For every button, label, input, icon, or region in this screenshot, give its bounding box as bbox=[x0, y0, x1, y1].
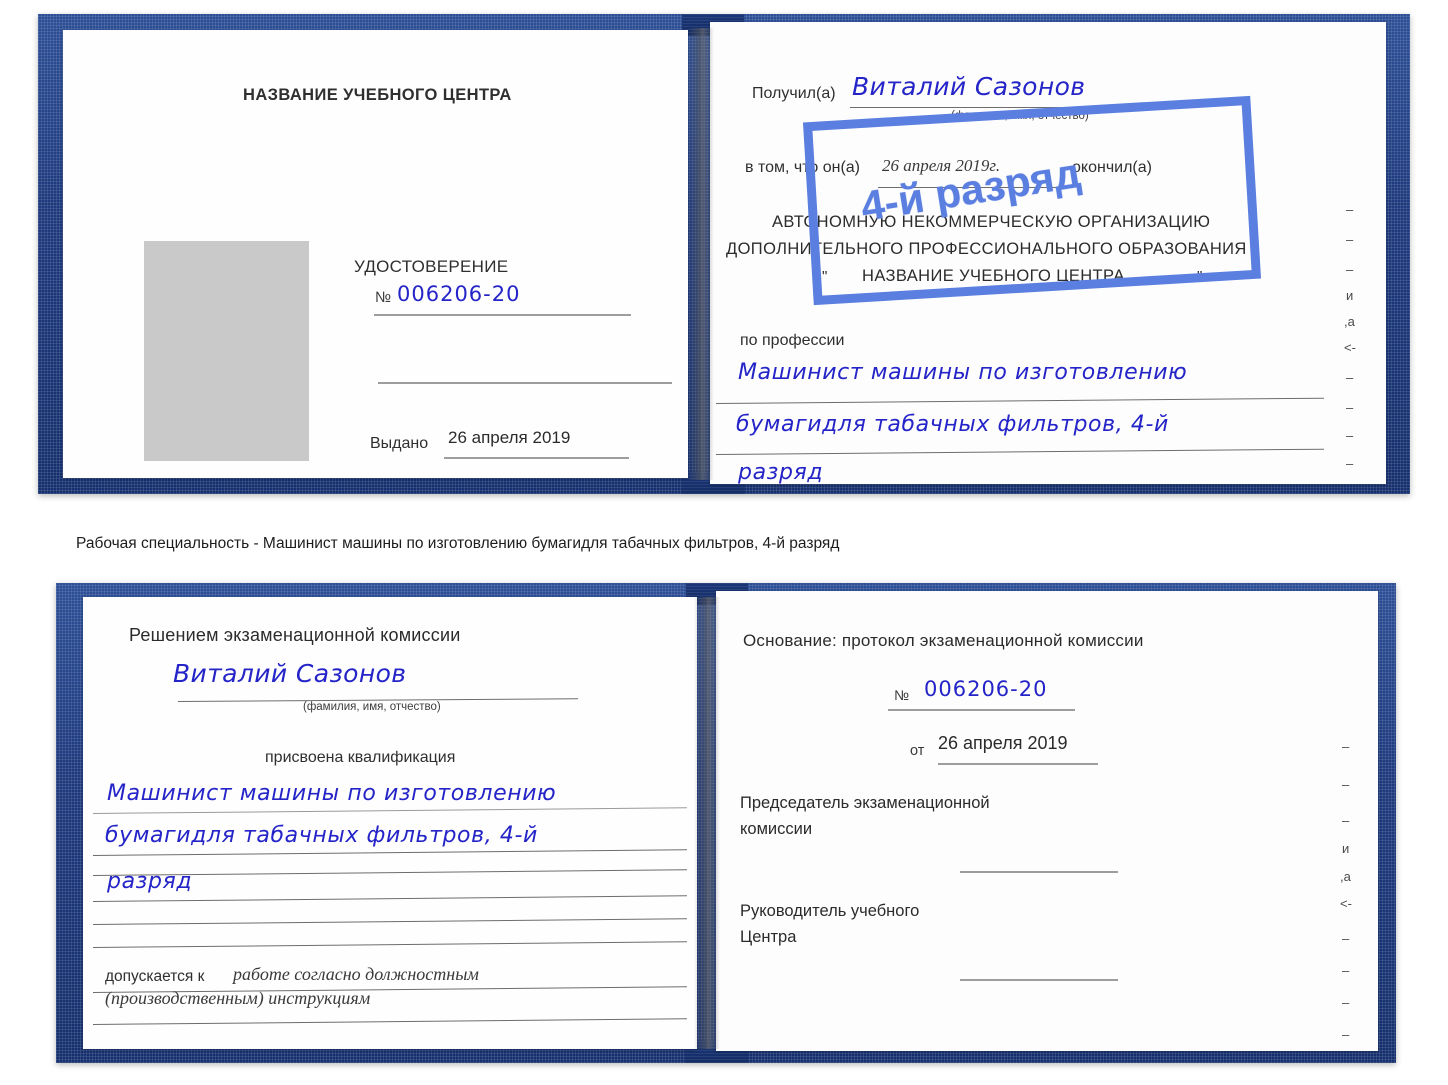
blank-rule bbox=[378, 382, 672, 384]
issued-date: 26 апреля 2019 bbox=[448, 428, 571, 447]
admitted-label: допускается к bbox=[105, 968, 205, 985]
protocol-number-symbol: № bbox=[894, 687, 910, 703]
top-right-page: Получил(а) Виталий Сазонов (фамилия, имя… bbox=[710, 22, 1386, 484]
student-name: Виталий Сазонов bbox=[173, 659, 407, 688]
certificate-book-bottom: Решением экзаменационной комиссии Витали… bbox=[56, 583, 1396, 1063]
qual-rule-4 bbox=[92, 895, 687, 902]
received-rule bbox=[850, 107, 1142, 108]
number-symbol: № bbox=[375, 289, 392, 306]
org-quote-open: " bbox=[822, 268, 828, 285]
bottom-left-page: Решением экзаменационной комиссии Витали… bbox=[83, 597, 697, 1049]
profession-rule-2 bbox=[715, 448, 1324, 455]
qual-rule-1 bbox=[92, 807, 687, 814]
protocol-number-rule bbox=[888, 709, 1075, 711]
profession-label: по профессии bbox=[740, 332, 845, 349]
qualification-line-2: бумагидля табачных фильтров, 4-й bbox=[105, 823, 538, 848]
received-label: Получил(а) bbox=[752, 85, 836, 102]
commission-decision-title: Решением экзаменационной комиссии bbox=[129, 625, 461, 645]
chairman-signature-rule bbox=[960, 871, 1118, 873]
bottom-right-page: Основание: протокол экзаменационной коми… bbox=[716, 591, 1378, 1051]
profession-rule-1 bbox=[715, 397, 1324, 404]
org-line-2: ДОПОЛНИТЕЛЬНОГО ПРОФЕССИОНАЛЬНОГО ОБРАЗО… bbox=[726, 240, 1247, 258]
training-center-title: НАЗВАНИЕ УЧЕБНОГО ЦЕНТРА bbox=[243, 86, 512, 104]
qual-rule-6 bbox=[92, 941, 687, 948]
qual-rule-5 bbox=[92, 918, 687, 925]
admitted-value-line-2: (производственным) инструкциям bbox=[105, 988, 371, 1008]
finished-label: окончил(а) bbox=[1072, 159, 1152, 176]
qualification-line-1: Машинист машины по изготовлению bbox=[107, 781, 557, 806]
received-name: Виталий Сазонов bbox=[852, 72, 1086, 101]
head-signature-rule bbox=[960, 979, 1118, 981]
document-word: УДОСТОВЕРЕНИЕ bbox=[354, 257, 509, 276]
basis-label: Основание: протокол экзаменационной коми… bbox=[743, 631, 1144, 650]
fio-hint-2: (фамилия, имя, отчество) bbox=[303, 701, 441, 713]
profession-line-3: разряд bbox=[738, 460, 824, 484]
org-quote-close: " bbox=[1197, 268, 1203, 285]
certificate-scan: НАЗВАНИЕ УЧЕБНОГО ЦЕНТРА УДОСТОВЕРЕНИЕ №… bbox=[0, 0, 1448, 1085]
chairman-line-1: Председатель экзаменационной bbox=[740, 794, 990, 812]
chairman-line-2: комиссии bbox=[740, 820, 813, 838]
admitted-value-line-1: работе согласно должностным bbox=[233, 964, 479, 984]
qual-rule-2 bbox=[92, 849, 687, 856]
protocol-number: 006206-20 bbox=[924, 677, 1048, 701]
issued-label: Выдано bbox=[370, 435, 429, 452]
qualification-label: присвоена квалификация bbox=[265, 749, 456, 766]
issued-rule bbox=[444, 457, 629, 459]
protocol-date: 26 апреля 2019 bbox=[938, 733, 1068, 753]
that-he-label: в том, что он(а) bbox=[745, 159, 860, 176]
top-left-page: НАЗВАНИЕ УЧЕБНОГО ЦЕНТРА УДОСТОВЕРЕНИЕ №… bbox=[63, 30, 688, 478]
profession-line-1: Машинист машины по изготовлению bbox=[738, 360, 1188, 385]
photo-placeholder bbox=[144, 241, 309, 461]
certificate-number: 006206-20 bbox=[397, 282, 521, 306]
profession-line-2: бумагидля табачных фильтров, 4-й bbox=[736, 412, 1169, 437]
head-line-2: Центра bbox=[740, 928, 797, 946]
number-rule bbox=[374, 314, 631, 316]
fio-hint: (фамилия, имя, отчество) bbox=[951, 110, 1089, 122]
page-caption: Рабочая специальность - Машинист машины … bbox=[76, 535, 840, 552]
admitted-rule-2 bbox=[92, 1018, 687, 1025]
org-line-1: АВТОНОМНУЮ НЕКОММЕРЧЕСКУЮ ОРГАНИЗАЦИЮ bbox=[772, 213, 1211, 231]
protocol-date-rule bbox=[938, 763, 1098, 765]
head-line-1: Руководитель учебного bbox=[740, 902, 920, 920]
protocol-date-label: от bbox=[910, 743, 925, 759]
book-gutter-top bbox=[688, 28, 714, 480]
certificate-book-top: НАЗВАНИЕ УЧЕБНОГО ЦЕНТРА УДОСТОВЕРЕНИЕ №… bbox=[38, 14, 1410, 494]
book-gutter-bottom bbox=[694, 597, 720, 1049]
org-line-3: НАЗВАНИЕ УЧЕБНОГО ЦЕНТРА bbox=[862, 267, 1125, 285]
qualification-line-3: разряд bbox=[107, 869, 193, 894]
